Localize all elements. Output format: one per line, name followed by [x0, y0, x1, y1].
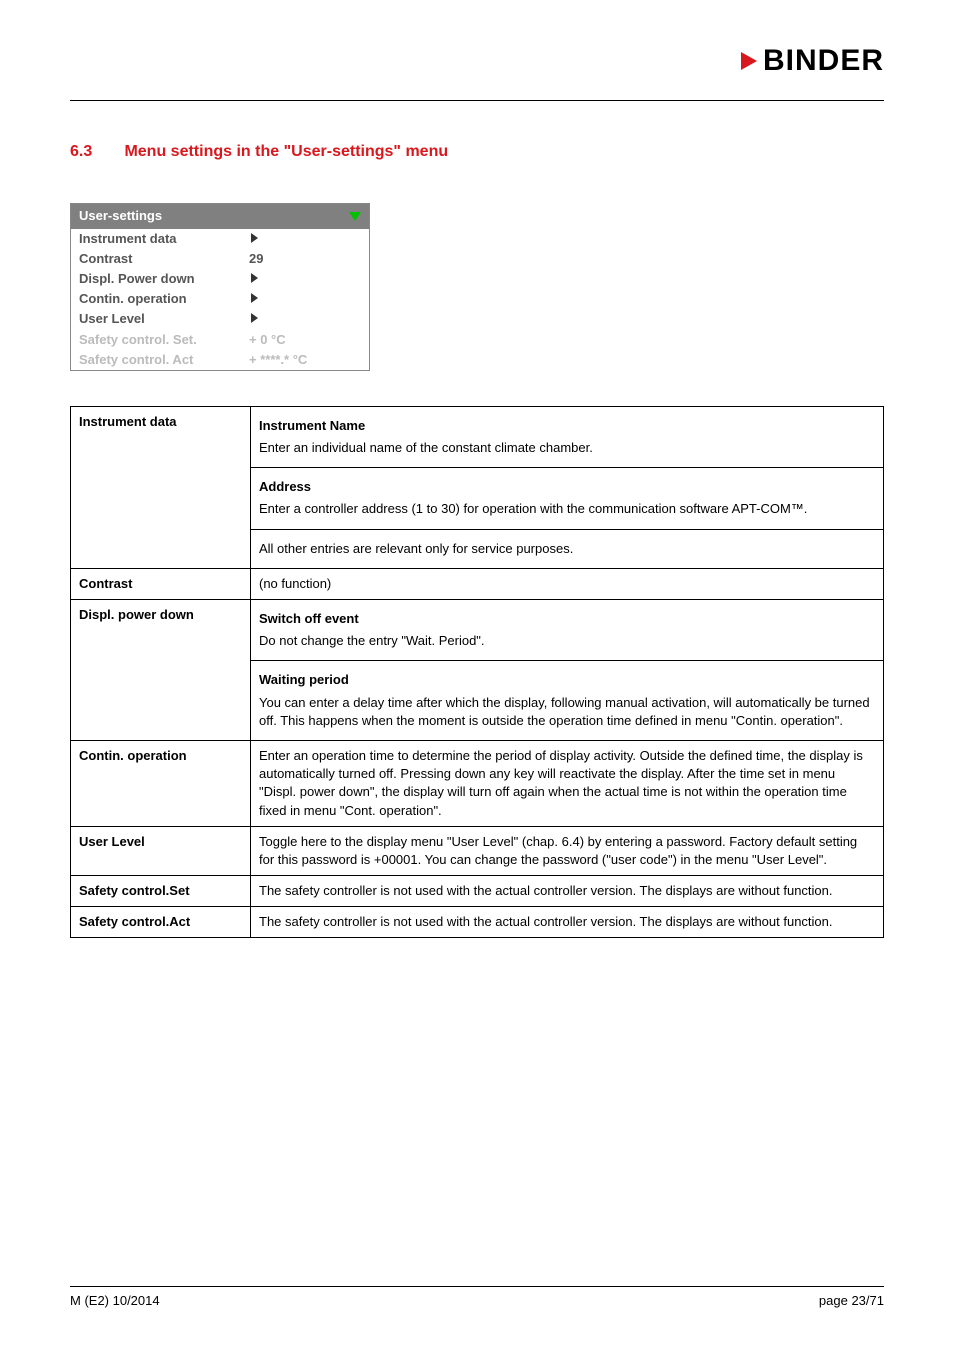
settings-table: Instrument data Instrument Name Enter an… — [70, 406, 884, 939]
panel-row-label: User Level — [79, 310, 249, 328]
chevron-right-icon — [251, 233, 258, 243]
scroll-down-icon[interactable] — [349, 212, 361, 221]
sub-heading: Switch off event — [259, 610, 875, 628]
panel-title-text: User-settings — [79, 207, 162, 225]
panel-row-value: + 0 °C — [249, 331, 286, 349]
footer-divider — [70, 1286, 884, 1287]
row-name: Contrast — [71, 568, 251, 599]
row-body: Switch off event Do not change the entry… — [251, 600, 884, 661]
panel-row-value: 29 — [249, 250, 263, 268]
section-heading: 6.3 Menu settings in the "User-settings"… — [70, 141, 884, 163]
panel-row-displ-power-down[interactable]: Displ. Power down — [71, 269, 369, 289]
table-row: Contrast (no function) — [71, 568, 884, 599]
row-body: Instrument Name Enter an individual name… — [251, 406, 884, 467]
table-row: User Level Toggle here to the display me… — [71, 826, 884, 875]
row-body: (no function) — [251, 568, 884, 599]
panel-row-user-level[interactable]: User Level — [71, 309, 369, 329]
footer-right: page 23/71 — [819, 1292, 884, 1310]
chevron-right-icon — [251, 293, 258, 303]
table-row: Contin. operation Enter an operation tim… — [71, 740, 884, 826]
footer-left: M (E2) 10/2014 — [70, 1292, 160, 1310]
sub-heading: Address — [259, 478, 875, 496]
panel-row-label: Contrast — [79, 250, 249, 268]
sub-body: Do not change the entry "Wait. Period". — [259, 632, 875, 650]
row-body: Enter an operation time to determine the… — [251, 740, 884, 826]
panel-row-label: Safety control. Set. — [79, 331, 249, 349]
table-row: Displ. power down Switch off event Do no… — [71, 600, 884, 661]
chevron-right-icon — [251, 313, 258, 323]
row-body: All other entries are relevant only for … — [251, 529, 884, 568]
row-name: Instrument data — [71, 406, 251, 568]
brand-text: BINDER — [763, 40, 884, 82]
row-body: The safety controller is not used with t… — [251, 876, 884, 907]
sub-body: Enter an individual name of the constant… — [259, 439, 875, 457]
row-body: The safety controller is not used with t… — [251, 907, 884, 938]
panel-row-contin-operation[interactable]: Contin. operation — [71, 289, 369, 309]
section-number: 6.3 — [70, 141, 120, 163]
panel-row-instrument-data[interactable]: Instrument data — [71, 229, 369, 249]
panel-title-bar: User-settings — [71, 204, 369, 228]
row-name: User Level — [71, 826, 251, 875]
panel-row-label: Displ. Power down — [79, 270, 249, 288]
top-divider — [70, 100, 884, 101]
row-name: Displ. power down — [71, 600, 251, 741]
row-name: Safety control.Set — [71, 876, 251, 907]
sub-body: You can enter a delay time after which t… — [259, 694, 875, 730]
section-title: Menu settings in the "User-settings" men… — [124, 143, 448, 160]
table-row: Safety control.Act The safety controller… — [71, 907, 884, 938]
brand-logo: BINDER — [741, 40, 884, 82]
sub-heading: Waiting period — [259, 671, 875, 689]
row-body: Waiting period You can enter a delay tim… — [251, 661, 884, 741]
panel-row-contrast[interactable]: Contrast 29 — [71, 249, 369, 269]
user-settings-panel: User-settings Instrument data Contrast 2… — [70, 203, 370, 371]
sub-body: All other entries are relevant only for … — [259, 540, 875, 558]
table-row: Instrument data Instrument Name Enter an… — [71, 406, 884, 467]
panel-row-label: Instrument data — [79, 230, 249, 248]
table-row: Safety control.Set The safety controller… — [71, 876, 884, 907]
row-name: Contin. operation — [71, 740, 251, 826]
panel-row-label: Safety control. Act — [79, 351, 249, 369]
page-footer: M (E2) 10/2014 page 23/71 — [70, 1286, 884, 1310]
row-name: Safety control.Act — [71, 907, 251, 938]
panel-row-label: Contin. operation — [79, 290, 249, 308]
sub-body: Enter a controller address (1 to 30) for… — [259, 500, 875, 518]
row-body: Toggle here to the display menu "User Le… — [251, 826, 884, 875]
panel-row-safety-set: Safety control. Set. + 0 °C — [71, 330, 369, 350]
chevron-right-icon — [251, 273, 258, 283]
sub-heading: Instrument Name — [259, 417, 875, 435]
panel-row-value: + ****.* °C — [249, 351, 307, 369]
row-body: Address Enter a controller address (1 to… — [251, 468, 884, 529]
brand-triangle-icon — [741, 52, 757, 70]
panel-row-safety-act: Safety control. Act + ****.* °C — [71, 350, 369, 370]
